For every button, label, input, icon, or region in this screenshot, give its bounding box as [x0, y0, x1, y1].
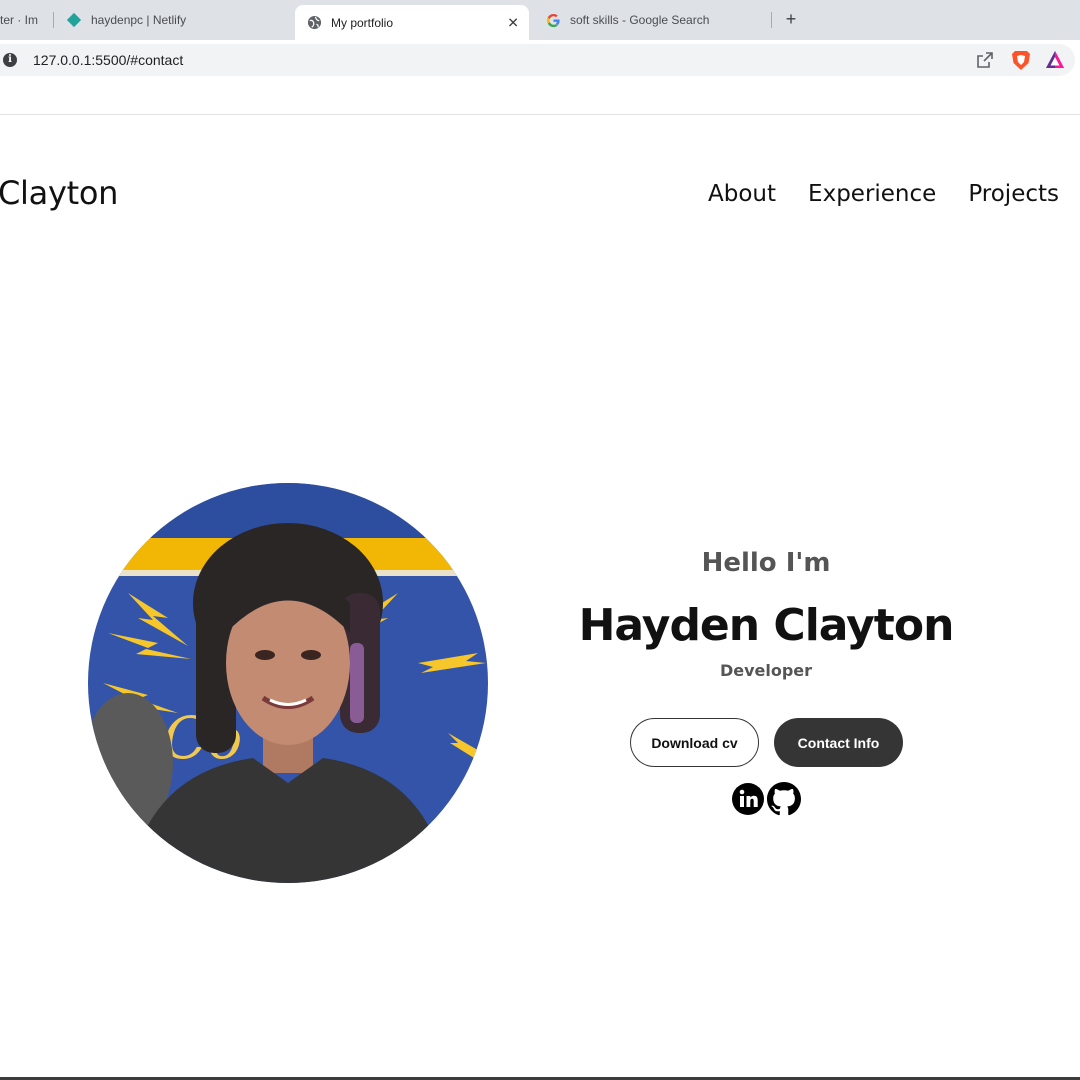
brave-rewards-icon[interactable]	[1045, 50, 1065, 70]
tab-google-search[interactable]: soft skills - Google Search	[546, 0, 766, 40]
page-divider	[0, 114, 1080, 115]
contact-info-button[interactable]: Contact Info	[774, 718, 903, 767]
hero-greeting: Hello I'm	[701, 548, 831, 578]
tab-my-portfolio[interactable]: My portfolio ✕	[295, 5, 529, 40]
tab-separator	[53, 12, 54, 28]
hero-text: Hello I'm Hayden Clayton Developer	[566, 548, 966, 680]
tab-label: soft skills - Google Search	[570, 13, 710, 27]
brave-shields-icon[interactable]	[1011, 49, 1031, 71]
globe-icon	[307, 15, 322, 30]
main-nav: About Experience Projects	[708, 181, 1059, 207]
tab-previous[interactable]: ter · Im	[0, 0, 44, 40]
hero-role: Developer	[719, 661, 813, 680]
linkedin-icon[interactable]	[731, 782, 765, 816]
hero-name: Hayden Clayton	[578, 600, 955, 651]
browser-tabstrip: ter · Im haydenpc | Netlify My portfolio…	[0, 0, 1080, 40]
tab-label: haydenpc | Netlify	[91, 13, 187, 27]
nav-link-about[interactable]: About	[708, 181, 776, 207]
google-icon	[546, 13, 561, 28]
site-logo-text[interactable]: Clayton	[0, 174, 118, 212]
tab-separator	[771, 12, 772, 28]
nav-link-projects[interactable]: Projects	[968, 181, 1059, 207]
url-text[interactable]: 127.0.0.1:5500/#contact	[33, 52, 183, 68]
tab-label: ter · Im	[0, 13, 38, 27]
netlify-icon	[66, 12, 82, 28]
share-icon[interactable]	[976, 51, 994, 69]
new-tab-button[interactable]: +	[781, 9, 801, 29]
tab-label: My portfolio	[331, 15, 394, 30]
nav-link-experience[interactable]: Experience	[808, 181, 936, 207]
github-icon[interactable]	[767, 782, 801, 816]
tab-netlify[interactable]: haydenpc | Netlify	[66, 0, 286, 40]
profile-photo: Co	[88, 483, 488, 883]
site-info-icon[interactable]: i	[3, 53, 17, 67]
download-cv-button[interactable]: Download cv	[630, 718, 759, 767]
close-tab-icon[interactable]: ✕	[507, 14, 519, 31]
